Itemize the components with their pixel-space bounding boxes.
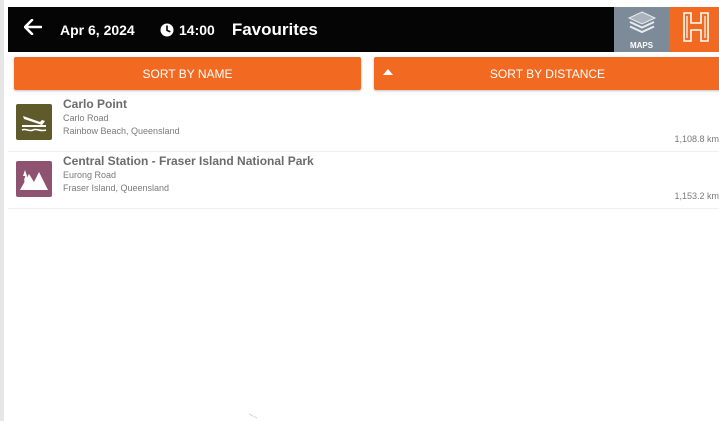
favourite-road: Carlo Road [63, 113, 109, 123]
favourites-list: Carlo Point Carlo Road Rainbow Beach, Qu… [8, 95, 719, 209]
time-label: 14:00 [179, 21, 215, 38]
favourite-road: Eurong Road [63, 170, 117, 180]
favourites-screen: Apr 6, 2024 14:00 Favourites MAPS SORT B… [0, 0, 719, 421]
maps-button[interactable]: MAPS [614, 7, 669, 52]
sort-by-distance-label: SORT BY DISTANCE [489, 66, 606, 81]
favourite-name: Carlo Point [63, 97, 128, 111]
favourite-region: Fraser Island, Queensland [63, 183, 170, 193]
list-item[interactable]: Carlo Point Carlo Road Rainbow Beach, Qu… [8, 95, 719, 152]
caret-up-icon [383, 64, 393, 78]
maps-label: MAPS [629, 40, 654, 50]
hipcamp-h-logo-icon [681, 11, 711, 48]
sort-by-name-label: SORT BY NAME [142, 66, 233, 81]
arrow-left-icon [23, 18, 43, 40]
sort-by-distance-button[interactable]: SORT BY DISTANCE [374, 57, 719, 90]
favourite-region: Rainbow Beach, Queensland [63, 126, 180, 136]
list-item[interactable]: Central Station - Fraser Island National… [8, 152, 719, 209]
brand-menu-button[interactable] [669, 7, 719, 52]
top-bar: Apr 6, 2024 14:00 Favourites MAPS [8, 7, 719, 52]
favourite-distance: 1,108.8 km [674, 134, 719, 144]
clock-icon [160, 23, 174, 37]
map-layers-icon [627, 10, 657, 41]
national-park-icon [16, 161, 52, 197]
sort-by-name-button[interactable]: SORT BY NAME [14, 57, 361, 90]
page-title: Favourites [231, 19, 318, 39]
favourite-distance: 1,153.2 km [674, 191, 719, 201]
boat-ramp-icon [16, 104, 52, 140]
favourite-name: Central Station - Fraser Island National… [63, 154, 314, 168]
scroll-artifact [248, 406, 258, 419]
date-label: Apr 6, 2024 [60, 21, 135, 38]
back-button[interactable] [14, 7, 52, 52]
